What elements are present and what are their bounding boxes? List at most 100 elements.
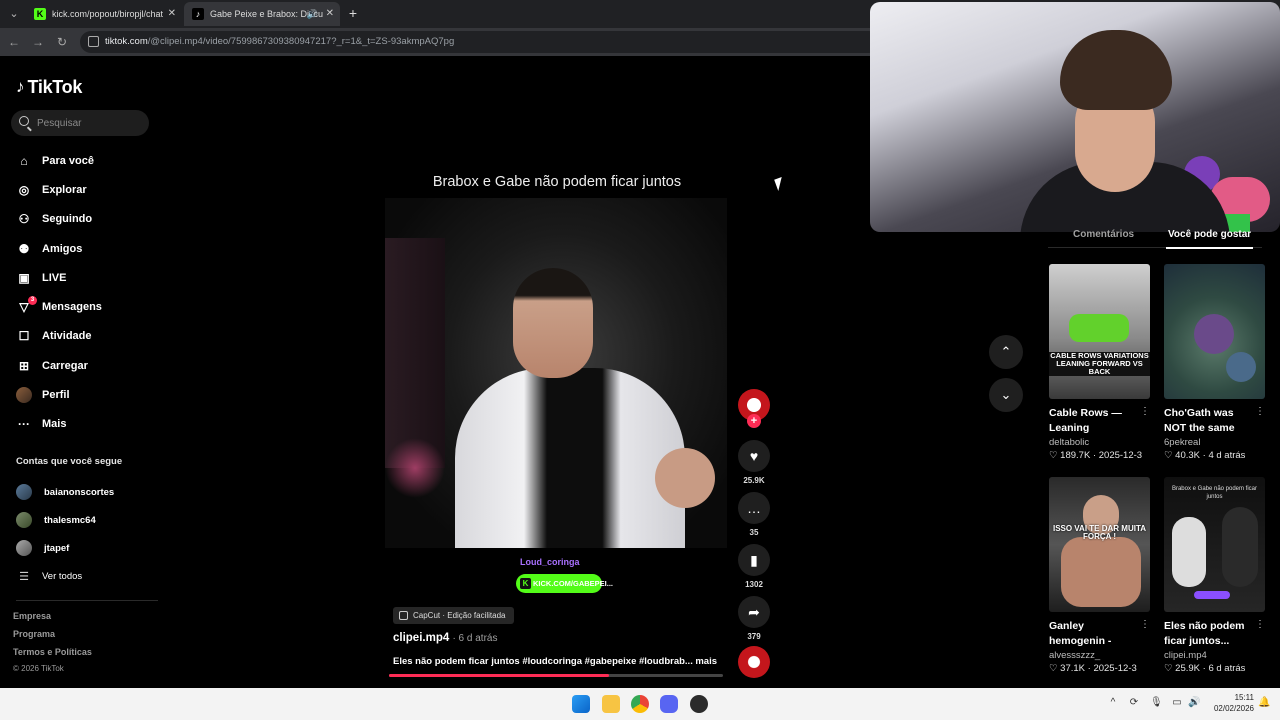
recommended-video-card[interactable]: CABLE ROWS VARIATIONS LEANING FORWARD VS… xyxy=(1049,264,1150,461)
like-action[interactable]: ♥ 25.9K xyxy=(738,440,770,485)
card-author[interactable]: clipei.mp4 xyxy=(1164,650,1265,661)
sidebar-item-explorar[interactable]: ◎ Explorar xyxy=(16,175,166,204)
previous-video-button[interactable]: ⌃ xyxy=(989,335,1023,369)
webcam-overlay xyxy=(870,2,1280,232)
video-thumbnail[interactable] xyxy=(1164,264,1265,399)
friends-icon: ⚉ xyxy=(18,241,30,256)
bookmark-icon[interactable]: ▮ xyxy=(738,544,770,576)
following-list: baianonscortes thalesmc64 jtapef ☰ Ver t… xyxy=(16,478,166,590)
volume-icon[interactable]: 🔊 xyxy=(1188,697,1200,709)
sidebar-item-label: Perfil xyxy=(42,389,70,402)
footer-link-programa[interactable]: Programa xyxy=(13,629,92,647)
sidebar-item-para-voce[interactable]: ⌂ Para você xyxy=(16,146,166,175)
card-stats: ♡ 40.3K · 4 d atrás xyxy=(1164,450,1246,461)
back-arrow-icon[interactable]: ← xyxy=(6,34,22,50)
following-account[interactable]: jtapef xyxy=(16,534,166,562)
share-count: 379 xyxy=(747,632,761,641)
footer-link-empresa[interactable]: Empresa xyxy=(13,611,92,629)
tab-comentarios[interactable]: Comentários xyxy=(1073,229,1134,240)
card-author[interactable]: 6pekreal xyxy=(1164,437,1265,448)
comment-icon[interactable]: … xyxy=(738,492,770,524)
sidebar-item-mensagens[interactable]: ▽ 3 Mensagens xyxy=(16,292,166,321)
new-tab-button[interactable]: + xyxy=(345,5,361,21)
system-clock[interactable]: 15:11 02/02/2026 xyxy=(1204,692,1254,714)
tiktok-logo[interactable]: ♪ TikTok xyxy=(16,76,82,98)
card-title: Ganley hemogenin - #musculação... xyxy=(1049,620,1112,647)
video-thumbnail[interactable]: CABLE ROWS VARIATIONS LEANING FORWARD VS… xyxy=(1049,264,1150,399)
card-more-icon[interactable]: ⋮ xyxy=(1255,406,1265,417)
card-author[interactable]: alvessszzz_ xyxy=(1049,650,1150,661)
search-input[interactable] xyxy=(37,110,142,136)
more-button[interactable]: mais xyxy=(695,656,717,667)
notification-bell-icon[interactable]: 🔔 xyxy=(1258,697,1270,709)
sidebar-item-label: Amigos xyxy=(42,242,83,255)
card-more-icon[interactable]: ⋮ xyxy=(1255,619,1265,630)
sidebar-item-live[interactable]: ▣ LIVE xyxy=(16,263,166,292)
tab-list-chevron-icon[interactable]: ⌄ xyxy=(6,6,22,22)
see-all-label: Ver todos xyxy=(42,570,83,582)
save-action[interactable]: ▮ 1302 xyxy=(738,544,770,589)
close-tab-icon[interactable]: ✕ xyxy=(326,2,334,26)
notification-badge: 3 xyxy=(28,296,37,306)
tray-chevron-up-icon[interactable]: ^ xyxy=(1107,697,1119,709)
speaker-icon[interactable]: 🔊 xyxy=(307,2,318,26)
sidebar-item-amigos[interactable]: ⚉ Amigos xyxy=(16,234,166,263)
sidebar-item-atividade[interactable]: ☐ Atividade xyxy=(16,322,166,351)
recommended-video-card[interactable]: ⋮ Cho'Gath was NOT the same after th... … xyxy=(1164,264,1265,461)
heart-outline-icon: ♡ xyxy=(1049,663,1058,674)
site-info-icon[interactable] xyxy=(88,36,99,47)
capcut-tag[interactable]: CapCut · Edição facilitada xyxy=(393,607,514,624)
share-icon[interactable]: ➦ xyxy=(738,596,770,628)
logo-text: TikTok xyxy=(27,76,83,97)
video-progress-bar[interactable] xyxy=(389,674,723,677)
video-author[interactable]: clipei.mp4 · 6 d atrás xyxy=(393,632,497,644)
following-section-title: Contas que você segue xyxy=(16,456,123,467)
see-all-button[interactable]: ☰ Ver todos xyxy=(16,562,166,590)
music-disc-icon[interactable] xyxy=(738,646,770,678)
following-account[interactable]: baianonscortes xyxy=(16,478,166,506)
sidebar-item-perfil[interactable]: Perfil xyxy=(16,380,166,409)
reload-icon[interactable]: ↻ xyxy=(54,34,70,50)
recommended-video-card[interactable]: Brabox e Gabe não podem ficar juntos ⋮ E… xyxy=(1164,477,1265,674)
card-date: 4 d atrás xyxy=(1208,450,1246,461)
card-title: Cho'Gath was NOT the same after th... xyxy=(1164,407,1235,434)
share-action[interactable]: ➦ 379 xyxy=(738,596,770,641)
sidebar-item-carregar[interactable]: ⊞ Carregar xyxy=(16,351,166,380)
activity-icon: ☐ xyxy=(18,329,30,344)
discord-icon[interactable] xyxy=(660,695,678,713)
sidebar-item-seguindo[interactable]: ⚇ Seguindo xyxy=(16,205,166,234)
browser-tab-kick[interactable]: K kick.com/popout/biropjl/chat ✕ xyxy=(26,2,182,26)
card-author[interactable]: deltabolic xyxy=(1049,437,1150,448)
video-player[interactable] xyxy=(385,198,727,548)
file-explorer-icon[interactable] xyxy=(602,695,620,713)
video-thumbnail[interactable]: Brabox e Gabe não podem ficar juntos xyxy=(1164,477,1265,612)
following-account[interactable]: thalesmc64 xyxy=(16,506,166,534)
close-tab-icon[interactable]: ✕ xyxy=(168,2,176,26)
windows-start-icon[interactable] xyxy=(572,695,590,713)
footer-link-termos[interactable]: Termos e Políticas xyxy=(13,647,92,665)
card-stats: ♡ 189.7K · 2025-12-3 xyxy=(1049,450,1143,461)
card-more-icon[interactable]: ⋮ xyxy=(1140,406,1150,417)
chrome-icon[interactable] xyxy=(631,695,649,713)
recommended-video-card[interactable]: ISSO VAI TE DAR MUITA FORÇA ! ⋮ Ganley h… xyxy=(1049,477,1150,674)
browser-tab-tiktok[interactable]: ♪ Gabe Peixe e Brabox: Discu 🔊 ✕ xyxy=(184,2,340,26)
follow-plus-icon[interactable]: + xyxy=(747,414,761,428)
microphone-icon[interactable]: 🎙 xyxy=(1150,697,1163,709)
tab-voce-pode-gostar[interactable]: Você pode gostar xyxy=(1165,229,1254,249)
network-icon[interactable]: ▭ xyxy=(1171,697,1183,709)
sidebar-item-mais[interactable]: ··· Mais xyxy=(16,410,166,439)
comment-action[interactable]: … 35 xyxy=(738,492,770,537)
card-stats: ♡ 25.9K · 6 d atrás xyxy=(1164,663,1246,674)
heart-icon[interactable]: ♥ xyxy=(738,440,770,472)
sync-icon[interactable]: ⟳ xyxy=(1128,697,1140,709)
avatar xyxy=(16,512,32,528)
account-name: jtapef xyxy=(44,542,70,554)
video-thumbnail[interactable]: ISSO VAI TE DAR MUITA FORÇA ! xyxy=(1049,477,1150,612)
description-text: Eles não podem ficar juntos #loudcoringa… xyxy=(393,656,693,667)
obs-icon[interactable] xyxy=(690,695,708,713)
card-more-icon[interactable]: ⋮ xyxy=(1140,619,1150,630)
next-video-button[interactable]: ⌄ xyxy=(989,378,1023,412)
search-box[interactable] xyxy=(11,110,149,136)
url-field[interactable]: tiktok.com/@clipei.mp4/video/75998673093… xyxy=(80,31,880,53)
forward-arrow-icon[interactable]: → xyxy=(30,34,46,50)
